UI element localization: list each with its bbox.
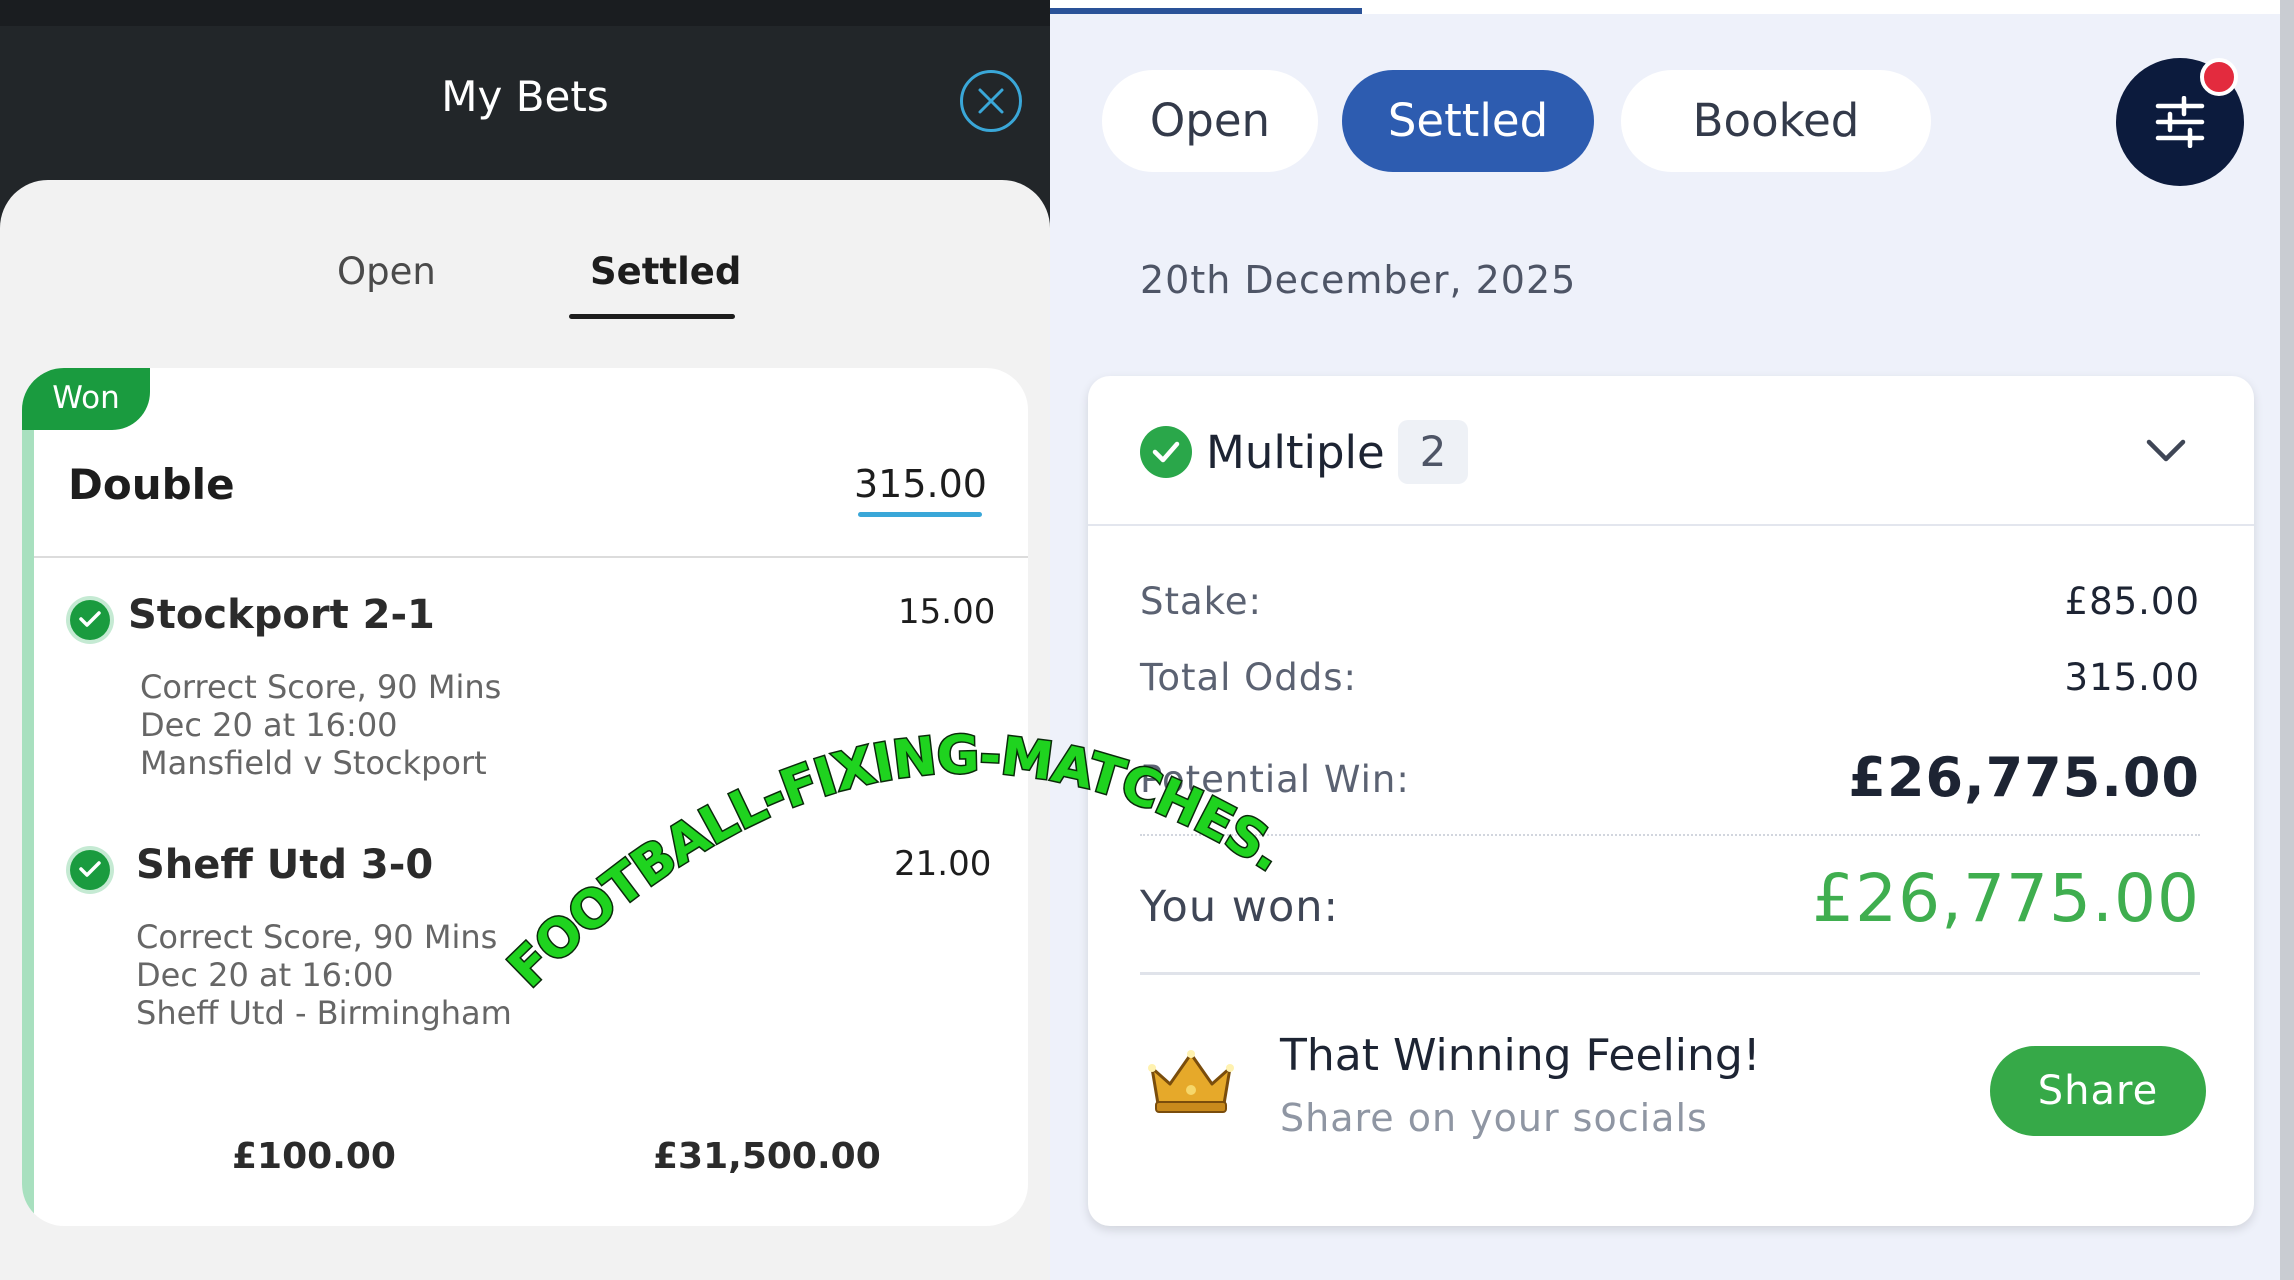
close-button[interactable] — [960, 70, 1022, 132]
odds-underline — [858, 512, 982, 517]
filter-sliders-icon — [2155, 96, 2205, 148]
scrollbar[interactable] — [2280, 0, 2294, 1280]
share-button[interactable]: Share — [1990, 1046, 2206, 1136]
selection-time: Dec 20 at 16:00 — [140, 706, 398, 744]
page-title: My Bets — [441, 72, 609, 121]
selection-odds: 21.00 — [894, 844, 992, 884]
selection-name: Sheff Utd 3-0 — [136, 842, 434, 888]
potential-win-value: £26,775.00 — [1848, 746, 2200, 809]
tab-open[interactable]: Open — [337, 250, 436, 293]
settled-bets-panel: Open Settled Booked 20th December, 2025 … — [1050, 0, 2294, 1280]
divider — [1140, 972, 2200, 975]
active-tab-indicator — [569, 314, 735, 319]
total-odds: 315.00 — [854, 462, 987, 506]
selection-time: Dec 20 at 16:00 — [136, 956, 394, 994]
selection-event: Mansfield v Stockport — [140, 744, 487, 782]
filter-open[interactable]: Open — [1102, 70, 1318, 172]
selection-count-badge: 2 — [1398, 420, 1468, 484]
notification-dot — [2200, 58, 2238, 96]
bet-type: Double — [68, 460, 235, 509]
dotted-divider — [1140, 834, 2200, 836]
status-badge: Won — [22, 368, 150, 430]
you-won-value: £26,775.00 — [1812, 860, 2200, 937]
crown-icon — [1146, 1048, 1236, 1120]
bet-card[interactable]: Won Double 315.00 Stockport 2-1 15.00 Co… — [22, 368, 1028, 1226]
check-icon — [1140, 426, 1192, 478]
stake-amount: £100.00 — [232, 1136, 396, 1177]
expand-toggle[interactable] — [2146, 438, 2186, 468]
close-icon — [978, 88, 1004, 114]
selection-odds: 15.00 — [898, 592, 996, 632]
you-won-label: You won: — [1140, 882, 1340, 932]
stake-label: Stake: — [1140, 580, 1263, 623]
returns-amount: £31,500.00 — [653, 1136, 881, 1177]
promo-title: That Winning Feeling! — [1280, 1030, 1761, 1081]
divider — [1088, 524, 2254, 526]
check-icon — [70, 600, 110, 640]
status-strip — [0, 0, 1050, 26]
odds-label: Total Odds: — [1140, 656, 1358, 699]
chevron-down-icon — [2146, 439, 2186, 462]
selection-name: Stockport 2-1 — [128, 592, 435, 638]
bets-sheet: Open Settled Won Double 315.00 Stockport… — [0, 180, 1050, 1280]
selection-market: Correct Score, 90 Mins — [136, 918, 498, 956]
selection-event: Sheff Utd - Birmingham — [136, 994, 512, 1032]
top-progress — [1050, 0, 2294, 14]
bet-summary-card[interactable]: Multiple 2 Stake: £85.00 Total Odds: 315… — [1088, 376, 2254, 1226]
bet-type: Multiple — [1206, 426, 1385, 479]
divider — [34, 556, 1028, 558]
tab-settled[interactable]: Settled — [590, 250, 741, 293]
card-status-bar — [22, 368, 34, 1226]
date-header: 20th December, 2025 — [1140, 258, 1577, 302]
filter-booked[interactable]: Booked — [1621, 70, 1931, 172]
active-indicator — [1050, 8, 1362, 14]
check-icon — [70, 850, 110, 890]
selection-market: Correct Score, 90 Mins — [140, 668, 502, 706]
my-bets-panel: My Bets Open Settled Won Double 315.00 S… — [0, 0, 1050, 1280]
promo-subtitle: Share on your socials — [1280, 1096, 1708, 1140]
odds-value: 315.00 — [2064, 656, 2200, 699]
stake-value: £85.00 — [2064, 580, 2200, 623]
filter-settled[interactable]: Settled — [1342, 70, 1594, 172]
potential-win-label: Potential Win: — [1140, 758, 1410, 801]
